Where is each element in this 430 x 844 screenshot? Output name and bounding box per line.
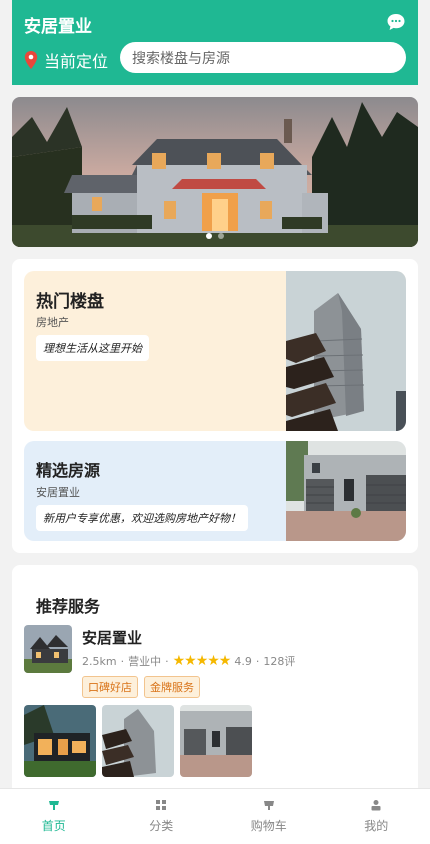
tower-photo [286,271,406,431]
shop-meta: 2.5km · 营业中 · ★★★★★ 4.9 · 128评 [82,653,295,669]
rating-stars: ★★★★★ [172,653,232,669]
shop-photos [24,705,252,777]
tab-cart-label: 购物车 [250,819,287,833]
location-pin-icon [24,51,38,69]
shop-photo-2[interactable] [102,705,174,777]
tower-thumb-photo [102,705,174,777]
carousel-indicator [12,233,418,239]
current-location[interactable]: 当前定位 [24,48,108,72]
home-icon [48,801,59,810]
shop-photo [24,625,72,673]
tab-profile-label: 我的 [364,819,389,833]
garage-thumb-photo [180,705,252,777]
pick-tag: 新用户专享优惠，欢迎选购房地产好物！ [36,505,248,531]
house-photo [12,97,418,247]
user-icon [371,800,381,811]
search-placeholder: 搜索楼盘与房源 [132,50,230,67]
shop-status: 营业中 [128,655,162,668]
recommended-services: 推荐服务 安居置业 2.5km · 营业中 · ★★★★★ 4.9 · 128评… [12,565,418,795]
badge-reputation: 口碑好店 [82,676,138,698]
shop-reviews: 128评 [263,655,296,668]
bottom-tab-bar: 首页 分类 购物车 我的 [0,788,430,844]
garage-photo [286,441,406,541]
grid-icon [156,800,167,810]
hot-title: 热门楼盘 [36,292,104,312]
chat-bubble-icon[interactable] [386,12,406,32]
badge-gold-service: 金牌服务 [144,676,200,698]
pick-subtitle: 安居置业 [36,486,80,499]
pick-title: 精选房源 [36,461,101,480]
tab-category-label: 分类 [149,819,174,833]
shop-thumbnail[interactable] [24,625,72,673]
meta-separator: · [255,654,260,668]
tab-home-label: 首页 [41,819,66,833]
hero-banner[interactable] [12,97,418,247]
brand-title: 安居置业 [24,17,92,37]
hot-properties-card[interactable]: 热门楼盘 房地产 理想生活从这里开始 [24,271,406,431]
meta-separator: · [165,654,169,668]
meta-separator: · [120,654,125,668]
featured-panel: 热门楼盘 房地产 理想生活从这里开始 精选房源 安居置业 新用户专享优惠，欢迎选… [12,259,418,553]
shop-rating: 4.9 [234,654,252,668]
tab-cart[interactable]: 购物车 [215,789,323,844]
search-input[interactable]: 搜索楼盘与房源 [120,42,406,73]
tab-home[interactable]: 首页 [0,789,108,844]
tab-category[interactable]: 分类 [108,789,216,844]
hot-tag: 理想生活从这里开始 [36,335,149,361]
tab-profile[interactable]: 我的 [323,789,430,844]
carousel-dot[interactable] [206,233,212,239]
shop-photo-3[interactable] [180,705,252,777]
shop-name[interactable]: 安居置业 [82,627,142,648]
cart-icon [263,801,274,810]
selected-listings-card[interactable]: 精选房源 安居置业 新用户专享优惠，欢迎选购房地产好物！ [24,441,406,541]
carousel-dot[interactable] [218,233,224,239]
shop-photo-1[interactable] [24,705,96,777]
app-header: 安居置业 当前定位 搜索楼盘与房源 [12,0,418,85]
services-heading: 推荐服务 [36,597,101,616]
modern-house-photo [24,705,96,777]
hot-subtitle: 房地产 [36,316,69,329]
shop-distance: 2.5km [82,654,117,668]
shop-badges: 口碑好店 金牌服务 [82,676,200,698]
location-label: 当前定位 [44,52,109,71]
